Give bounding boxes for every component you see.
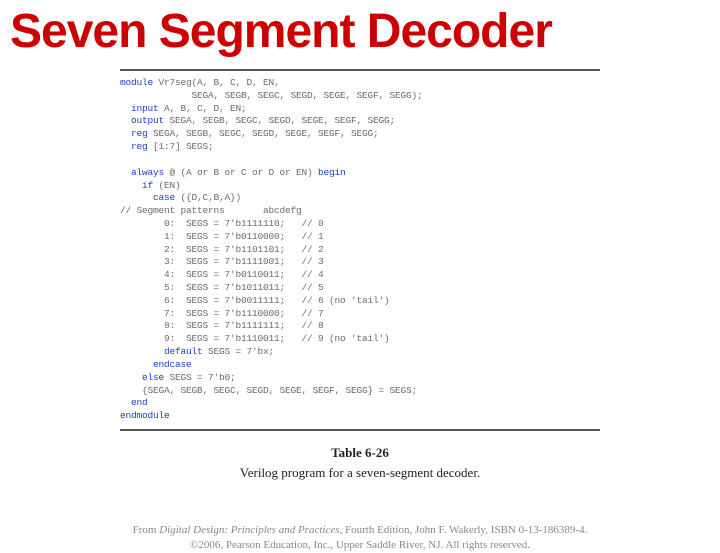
page-title: Seven Segment Decoder [0,0,720,67]
code-text: SEGA, SEGB, SEGC, SEGD, SEGE, SEGF, SEGG… [164,115,395,126]
code-text: SEGS = 7'b0; [164,372,236,383]
code-text: 7: SEGS = 7'b1110000; // 7 [120,308,324,319]
kw-endmodule: endmodule [120,410,170,421]
kw-input: input [120,103,159,114]
caption-text: Verilog program for a seven-segment deco… [240,465,480,480]
code-text: SEGA, SEGB, SEGC, SEGD, SEGE, SEGF, SEGG… [120,90,423,101]
footer-book-title: Digital Design: Principles and Practices [159,524,339,536]
code-text: 1: SEGS = 7'b0110000; // 1 [120,231,324,242]
top-rule [120,69,600,71]
code-text: 6: SEGS = 7'b0011111; // 6 (no 'tail') [120,295,390,306]
code-text: 4: SEGS = 7'b0110011; // 4 [120,269,324,280]
code-text: SEGS = 7'bx; [203,346,275,357]
code-text: 9: SEGS = 7'b1110011; // 9 (no 'tail') [120,333,390,344]
kw-case: case [120,192,175,203]
kw-if: if [120,180,153,191]
code-text [120,154,126,165]
code-text: SEGA, SEGB, SEGC, SEGD, SEGE, SEGF, SEGG… [148,128,379,139]
figure-caption: Table 6-26 Verilog program for a seven-s… [120,445,600,481]
kw-output: output [120,115,164,126]
footer-text: ©2006, Pearson Education, Inc., Upper Sa… [190,539,530,551]
code-text: 3: SEGS = 7'b1111001; // 3 [120,256,324,267]
kw-reg: reg [120,128,148,139]
code-text: 8: SEGS = 7'b1111111; // 8 [120,320,324,331]
table-label: Table 6-26 [120,445,600,461]
footer-text: From [133,524,160,536]
code-text: [1:7] SEGS; [148,141,214,152]
code-text: (EN) [153,180,181,191]
kw-endcase: endcase [120,359,192,370]
figure-block: module Vr7seg(A, B, C, D, EN, SEGA, SEGB… [120,69,600,481]
kw-module: module [120,77,153,88]
kw-reg: reg [120,141,148,152]
copyright-footer: From Digital Design: Principles and Prac… [0,523,720,553]
code-text: // Segment patterns abcdefg [120,205,302,216]
code-text: {SEGA, SEGB, SEGC, SEGD, SEGE, SEGF, SEG… [120,385,417,396]
kw-always: always [120,167,164,178]
kw-end: end [120,397,148,408]
code-text: A, B, C, D, EN; [159,103,247,114]
kw-else: else [120,372,164,383]
code-text: @ (A or B or C or D or EN) [164,167,318,178]
code-text: Vr7seg(A, B, C, D, EN, [153,77,280,88]
kw-begin: begin [318,167,346,178]
code-text: 2: SEGS = 7'b1101101; // 2 [120,244,324,255]
code-text: 5: SEGS = 7'b1011011; // 5 [120,282,324,293]
code-text: ({D,C,B,A}) [175,192,241,203]
code-text: 0: SEGS = 7'b1111110; // 0 [120,218,324,229]
footer-text: , Fourth Edition, John F. Wakerly, ISBN … [339,524,587,536]
bottom-rule [120,429,600,431]
code-listing: module Vr7seg(A, B, C, D, EN, SEGA, SEGB… [120,77,600,423]
kw-default: default [120,346,203,357]
